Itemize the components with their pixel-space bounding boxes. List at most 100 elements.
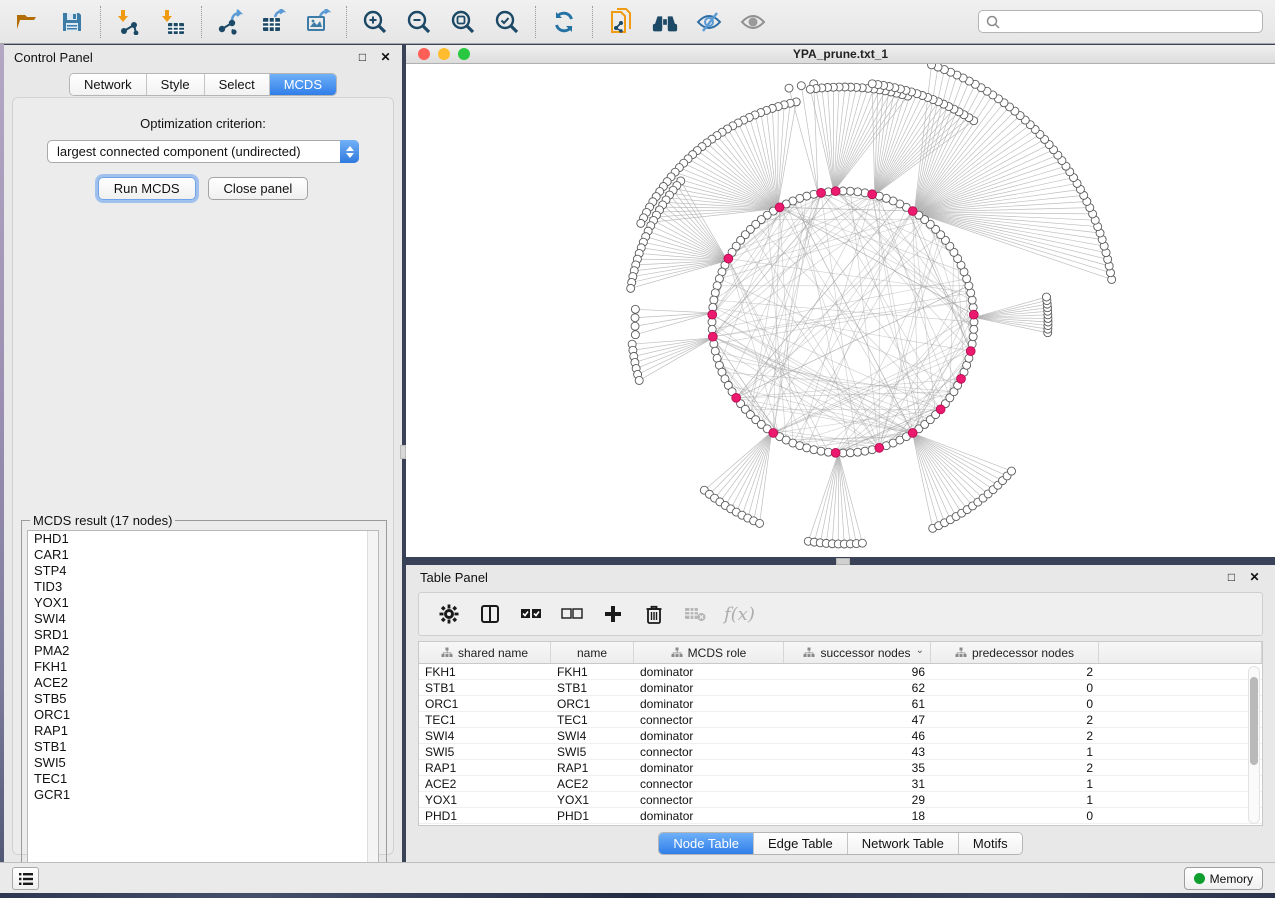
tab-network-table[interactable]: Network Table <box>848 833 959 854</box>
result-node-orc1[interactable]: ORC1 <box>28 707 378 723</box>
network-node[interactable] <box>711 289 719 297</box>
result-node-pma2[interactable]: PMA2 <box>28 643 378 659</box>
result-list-scrollbar[interactable] <box>367 531 378 885</box>
cell-predecessor-nodes[interactable]: 1 <box>931 792 1099 807</box>
cell-predecessor-nodes[interactable]: 0 <box>931 680 1099 695</box>
memory-button[interactable]: Memory <box>1184 867 1263 890</box>
cell-name[interactable]: ORC1 <box>551 696 634 711</box>
cell-predecessor-nodes[interactable]: 0 <box>931 696 1099 711</box>
result-node-fkh1[interactable]: FKH1 <box>28 659 378 675</box>
add-column-icon[interactable] <box>601 602 625 626</box>
search-neighbors-binoculars-icon[interactable] <box>651 8 679 36</box>
save-session-icon[interactable] <box>58 8 86 36</box>
cell-predecessor-nodes[interactable]: 1 <box>931 744 1099 759</box>
tab-network[interactable]: Network <box>70 74 147 95</box>
table-row-orc1[interactable]: ORC1ORC1dominator610 <box>419 696 1262 712</box>
sort-chevron-icon[interactable]: ⌄ <box>916 645 924 656</box>
column-header-predecessor-nodes[interactable]: predecessor nodes <box>931 642 1099 663</box>
network-node-mcds[interactable] <box>936 405 945 414</box>
cell-name[interactable]: SWI4 <box>551 728 634 743</box>
tab-select[interactable]: Select <box>205 74 270 95</box>
network-node-mcds[interactable] <box>769 429 778 438</box>
network-node[interactable] <box>1008 467 1016 475</box>
cell-name[interactable]: PHD1 <box>551 808 634 823</box>
table-row-ace2[interactable]: ACE2ACE2connector311 <box>419 776 1262 792</box>
cell-shared-name[interactable]: PHD1 <box>419 808 551 823</box>
column-header-successor-nodes[interactable]: successor nodes⌄ <box>784 642 931 663</box>
cell-successor-nodes[interactable]: 61 <box>784 696 931 711</box>
result-node-swi4[interactable]: SWI4 <box>28 611 378 627</box>
result-node-swi5[interactable]: SWI5 <box>28 755 378 771</box>
cell-successor-nodes[interactable]: 43 <box>784 744 931 759</box>
cell-successor-nodes[interactable]: 62 <box>784 680 931 695</box>
column-header-name[interactable]: name <box>551 642 634 663</box>
cell-shared-name[interactable]: SWI5 <box>419 744 551 759</box>
cell-name[interactable]: ACE2 <box>551 776 634 791</box>
network-node[interactable] <box>858 539 866 547</box>
table-row-phd1[interactable]: PHD1PHD1dominator180 <box>419 808 1262 824</box>
cell-MCDS-role[interactable]: connector <box>634 744 784 759</box>
refresh-icon[interactable] <box>550 8 578 36</box>
network-node-mcds[interactable] <box>875 443 884 452</box>
network-node-mcds[interactable] <box>868 190 877 199</box>
column-header-MCDS-role[interactable]: MCDS role <box>634 642 784 663</box>
cell-MCDS-role[interactable]: connector <box>634 712 784 727</box>
network-node[interactable] <box>631 322 639 330</box>
tab-motifs[interactable]: Motifs <box>959 833 1022 854</box>
cell-MCDS-role[interactable]: dominator <box>634 680 784 695</box>
network-node[interactable] <box>627 284 635 292</box>
cell-shared-name[interactable]: ACE2 <box>419 776 551 791</box>
cell-MCDS-role[interactable]: dominator <box>634 664 784 679</box>
cell-successor-nodes[interactable]: 96 <box>784 664 931 679</box>
cell-predecessor-nodes[interactable]: 2 <box>931 712 1099 727</box>
network-node[interactable] <box>756 519 764 527</box>
network-node[interactable] <box>861 447 869 455</box>
table-row-yox1[interactable]: YOX1YOX1connector291 <box>419 792 1262 808</box>
network-node[interactable] <box>868 80 876 88</box>
cell-name[interactable]: FKH1 <box>551 664 634 679</box>
result-node-ace2[interactable]: ACE2 <box>28 675 378 691</box>
network-node[interactable] <box>797 82 805 90</box>
network-node-mcds[interactable] <box>969 310 978 319</box>
run-mcds-button[interactable]: Run MCDS <box>98 177 196 200</box>
table-row-tec1[interactable]: TEC1TEC1connector472 <box>419 712 1262 728</box>
export-network-icon[interactable] <box>216 8 244 36</box>
network-node[interactable] <box>928 64 936 69</box>
network-node-mcds[interactable] <box>817 188 826 197</box>
network-window-titlebar[interactable]: YPA_prune.txt_1 <box>406 45 1275 64</box>
result-node-stp4[interactable]: STP4 <box>28 563 378 579</box>
network-node[interactable] <box>810 446 818 454</box>
import-network-icon[interactable] <box>115 8 143 36</box>
tab-edge-table[interactable]: Edge Table <box>754 833 848 854</box>
network-node[interactable] <box>854 188 862 196</box>
network-node[interactable] <box>631 305 639 313</box>
cell-MCDS-role[interactable]: connector <box>634 792 784 807</box>
cell-successor-nodes[interactable]: 46 <box>784 728 931 743</box>
table-row-swi4[interactable]: SWI4SWI4dominator462 <box>419 728 1262 744</box>
network-node-mcds[interactable] <box>831 187 840 196</box>
result-node-yox1[interactable]: YOX1 <box>28 595 378 611</box>
column-header-shared-name[interactable]: shared name <box>419 642 551 663</box>
search-input[interactable] <box>1001 11 1262 32</box>
result-node-tid3[interactable]: TID3 <box>28 579 378 595</box>
show-all-eye-icon[interactable] <box>739 8 767 36</box>
cell-successor-nodes[interactable]: 31 <box>784 776 931 791</box>
close-panel-button[interactable]: Close panel <box>208 177 309 200</box>
cell-shared-name[interactable]: SWI4 <box>419 728 551 743</box>
cell-successor-nodes[interactable]: 35 <box>784 760 931 775</box>
cell-predecessor-nodes[interactable]: 0 <box>931 808 1099 823</box>
zoom-selected-icon[interactable] <box>493 8 521 36</box>
cell-shared-name[interactable]: FKH1 <box>419 664 551 679</box>
export-table-icon[interactable] <box>260 8 288 36</box>
optimization-criterion-dropdown[interactable]: largest connected component (undirected) <box>47 140 359 163</box>
table-row-swi5[interactable]: SWI5SWI5connector431 <box>419 744 1262 760</box>
cell-name[interactable]: RAP1 <box>551 760 634 775</box>
cell-name[interactable]: STB1 <box>551 680 634 695</box>
network-node[interactable] <box>785 84 793 92</box>
network-node[interactable] <box>631 331 639 339</box>
open-file-icon[interactable] <box>14 8 42 36</box>
network-node[interactable] <box>968 296 976 304</box>
network-node-mcds[interactable] <box>908 429 917 438</box>
settings-gear-icon[interactable] <box>437 602 461 626</box>
share-document-icon[interactable] <box>607 8 635 36</box>
